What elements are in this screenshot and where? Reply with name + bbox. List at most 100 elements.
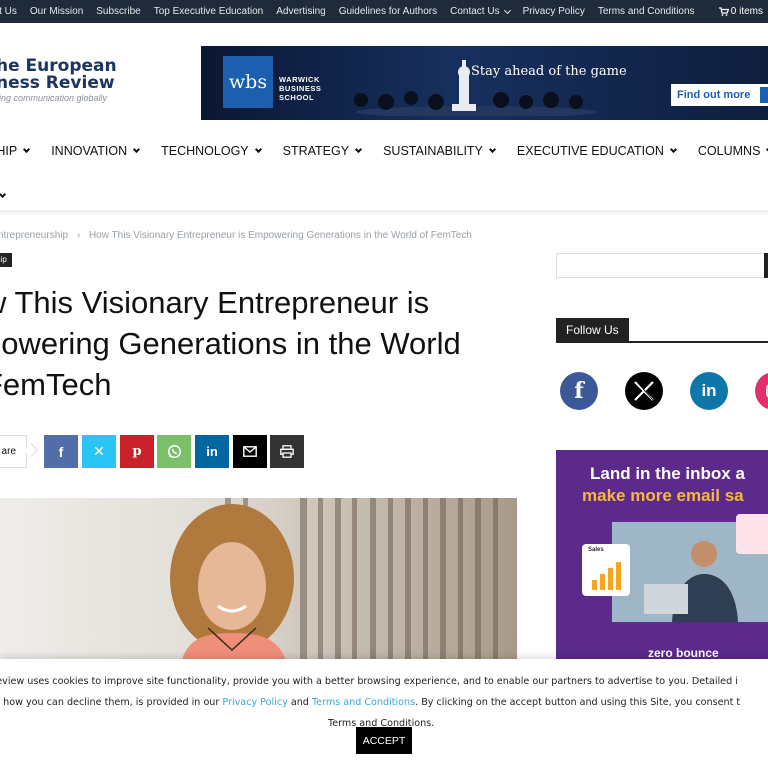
logo-line-2: ness Review <box>0 73 115 93</box>
breadcrumb-separator: › <box>76 230 81 241</box>
breadcrumb-parent[interactable]: ntrepreneurship <box>0 230 68 241</box>
print-icon <box>280 445 294 458</box>
nav-item-technology[interactable]: TECHNOLOGY <box>161 144 262 158</box>
find-out-more-arrow <box>760 87 768 103</box>
chart-bar <box>616 562 621 590</box>
breadcrumb: ntrepreneurship › How This Visionary Ent… <box>0 230 472 241</box>
ad-sales-card: Sales <box>582 544 630 596</box>
cookie-text-part: . By clicking on the accept button and u… <box>415 697 741 708</box>
chevron-down-icon <box>355 145 363 153</box>
logo-tagline: ring communication globally <box>0 93 108 103</box>
sidebar-ad[interactable]: Land in the inbox a make more email sa S… <box>556 450 768 668</box>
follow-us-heading: Follow Us <box>556 318 629 342</box>
chart-bar <box>600 574 605 590</box>
x-icon <box>634 381 654 401</box>
site-logo[interactable]: he European ness Review ring communicati… <box>0 58 156 104</box>
banner-tagline: Stay ahead of the game <box>471 64 627 79</box>
top-link-advertising[interactable]: Advertising <box>276 6 325 17</box>
pinterest-icon: p <box>132 444 142 459</box>
privacy-policy-link[interactable]: Privacy Policy <box>222 697 287 708</box>
wbs-logo: wbs <box>223 56 273 108</box>
cookie-line-2: d how you can decline them, is provided … <box>0 692 740 713</box>
share-facebook-button[interactable]: f <box>44 435 78 468</box>
nav-more-toggle[interactable] <box>0 184 7 202</box>
nav-item-entrepreneurship[interactable]: SHIP <box>0 144 31 158</box>
share-x-button[interactable]: ✕ <box>82 435 116 468</box>
banner-ad[interactable]: wbs WARWICK BUSINESS SCHOOL Stay ahead o… <box>201 46 768 120</box>
follow-instagram-link[interactable] <box>755 372 768 410</box>
nav-item-sustainability[interactable]: SUSTAINABILITY <box>383 144 496 158</box>
cookie-text-part: and <box>287 697 312 708</box>
nav-label: COLUMNS <box>697 144 761 158</box>
share-label: are <box>0 435 27 468</box>
nav-item-executive-education[interactable]: EXECUTIVE EDUCATION <box>516 144 677 158</box>
top-link-privacy[interactable]: Privacy Policy <box>523 6 585 17</box>
school-name-line-3: SCHOOL <box>279 93 315 102</box>
share-pinterest-button[interactable]: p <box>120 435 154 468</box>
follow-linkedin-link[interactable]: in <box>690 372 728 410</box>
cart-icon <box>718 7 729 16</box>
top-link-contact[interactable]: Contact Us <box>450 6 511 17</box>
top-link-mission[interactable]: Our Mission <box>30 6 83 17</box>
sidebar-search-button[interactable] <box>764 253 768 278</box>
top-link-subscribe[interactable]: Subscribe <box>96 6 140 17</box>
article-title: w This Visionary Entrepreneur is powerin… <box>0 282 524 405</box>
whatsapp-icon <box>167 444 181 459</box>
ad-headline-1: Land in the inbox a <box>590 464 745 483</box>
cart-count: 0 items <box>730 6 763 17</box>
chevron-down-icon <box>669 145 677 153</box>
ad-card-label: Sales <box>588 547 604 553</box>
cookie-text-part: d how you can decline them, is provided … <box>0 697 223 708</box>
chart-bar <box>592 580 597 590</box>
chevron-down-icon <box>254 145 262 153</box>
cookie-line-1: Review uses cookies to improve site func… <box>0 676 738 687</box>
chevron-down-icon <box>0 190 7 199</box>
top-nav: out Us Our Mission Subscribe Top Executi… <box>0 0 708 23</box>
ad-inbox-card <box>736 514 768 554</box>
terms-link[interactable]: Terms and Conditions <box>312 697 415 708</box>
nav-item-strategy[interactable]: STRATEGY <box>283 144 363 158</box>
follow-x-link[interactable] <box>625 372 663 410</box>
school-name-line-2: BUSINESS <box>279 84 322 93</box>
cart-link[interactable]: 0 items <box>718 0 763 23</box>
chevron-down-icon <box>488 145 496 153</box>
nav-label: INNOVATION <box>51 144 128 158</box>
share-email-button[interactable] <box>233 435 267 468</box>
nav-label: SHIP <box>0 144 18 158</box>
nav-label: EXECUTIVE EDUCATION <box>516 144 664 158</box>
title-line-1: w This Visionary Entrepreneur is <box>0 285 430 320</box>
accept-button[interactable]: ACCEPT <box>356 727 412 754</box>
follow-us-divider <box>556 341 768 343</box>
cookie-banner: Review uses cookies to improve site func… <box>0 659 768 768</box>
school-name-line-1: WARWICK <box>279 75 320 84</box>
share-linkedin-button[interactable]: in <box>195 435 229 468</box>
top-link-guidelines[interactable]: Guidelines for Authors <box>339 6 437 17</box>
top-link-terms[interactable]: Terms and Conditions <box>598 6 695 17</box>
header-divider <box>0 210 768 216</box>
breadcrumb-current: How This Visionary Entrepreneur is Empow… <box>88 230 472 241</box>
linkedin-icon: in <box>701 381 717 400</box>
share-whatsapp-button[interactable] <box>157 435 191 468</box>
top-link-about[interactable]: out Us <box>0 6 17 17</box>
x-icon: ✕ <box>93 443 105 459</box>
top-link-contact-label: Contact Us <box>450 6 500 17</box>
chevron-down-icon <box>133 145 141 153</box>
title-line-3: FemTech <box>0 367 112 402</box>
title-line-2: powering Generations in the World <box>0 326 461 361</box>
wbs-school-name: WARWICK BUSINESS SCHOOL <box>279 75 321 102</box>
category-tag[interactable]: urship <box>0 253 12 267</box>
top-link-executive-education[interactable]: Top Executive Education <box>154 6 264 17</box>
follow-facebook-link[interactable]: f <box>560 372 598 410</box>
zerobounce-logo: zero bounce <box>648 646 719 660</box>
sidebar-search-input[interactable] <box>556 253 766 278</box>
nav-item-innovation[interactable]: INNOVATION <box>51 144 141 158</box>
top-bar: out Us Our Mission Subscribe Top Executi… <box>0 0 768 23</box>
chevron-down-icon <box>23 145 31 153</box>
facebook-icon: f <box>58 443 64 460</box>
nav-item-columns[interactable]: COLUMNS <box>698 144 768 158</box>
email-icon <box>243 446 257 457</box>
find-out-more-button[interactable]: Find out more <box>671 84 768 106</box>
chart-bar <box>608 568 613 590</box>
facebook-icon: f <box>574 378 584 404</box>
share-print-button[interactable] <box>270 435 304 468</box>
